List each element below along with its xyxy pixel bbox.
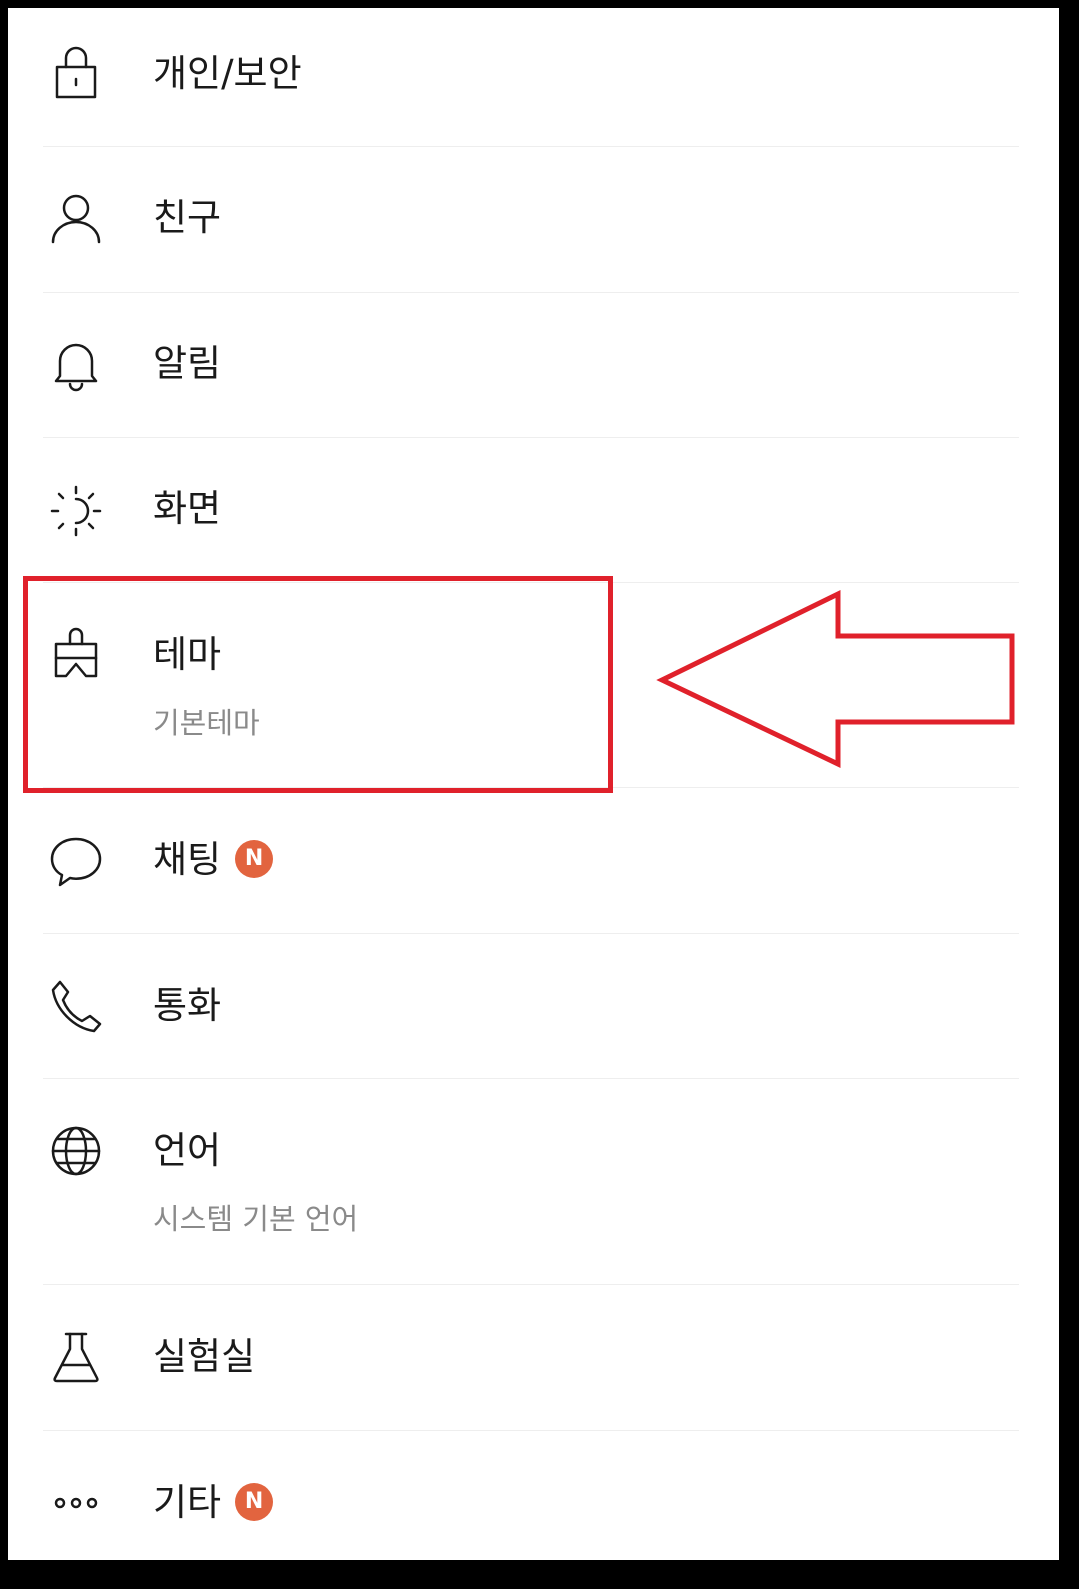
settings-item-chat[interactable]: 채팅 N <box>8 788 1059 934</box>
globe-icon <box>48 1123 104 1179</box>
phone-icon <box>48 978 104 1034</box>
brightness-icon <box>48 483 104 539</box>
settings-item-label: 개인/보안 <box>153 52 302 95</box>
settings-item-label-text: 기타 <box>153 1481 222 1524</box>
settings-item-labs[interactable]: 실험실 <box>8 1285 1059 1431</box>
new-badge: N <box>235 1482 274 1521</box>
settings-item-label: 통화 <box>153 984 222 1027</box>
settings-item-friends[interactable]: 친구 <box>8 147 1059 293</box>
chat-bubble-icon <box>48 833 104 889</box>
settings-screen: 개인/보안 친구 알림 화면 테마 기본테마 채팅 N 통화 언어 시스템 기본… <box>8 8 1059 1560</box>
new-badge: N <box>235 839 274 878</box>
settings-item-label: 채팅 N <box>153 838 274 882</box>
settings-item-label: 실험실 <box>153 1335 256 1378</box>
brush-icon <box>48 626 104 682</box>
settings-item-label: 테마 <box>153 633 222 676</box>
settings-item-privacy-security[interactable]: 개인/보안 <box>8 8 1059 147</box>
settings-item-label: 친구 <box>153 196 222 239</box>
settings-item-label: 기타 N <box>153 1481 274 1525</box>
settings-item-language[interactable]: 언어 시스템 기본 언어 <box>8 1079 1059 1285</box>
settings-item-sublabel: 기본테마 <box>153 706 260 740</box>
settings-item-etc[interactable]: 기타 N <box>8 1431 1059 1560</box>
settings-item-sublabel: 시스템 기본 언어 <box>153 1202 359 1236</box>
bell-icon <box>48 336 104 392</box>
settings-item-theme[interactable]: 테마 기본테마 <box>8 583 1059 788</box>
settings-item-call[interactable]: 통화 <box>8 934 1059 1079</box>
person-icon <box>48 190 104 246</box>
more-dots-icon <box>48 1475 104 1531</box>
settings-item-label: 언어 <box>153 1129 222 1172</box>
lock-icon <box>48 45 104 101</box>
settings-item-notifications[interactable]: 알림 <box>8 293 1059 438</box>
settings-item-label: 화면 <box>153 487 222 530</box>
flask-icon <box>48 1329 104 1385</box>
settings-item-display[interactable]: 화면 <box>8 438 1059 583</box>
settings-item-label: 알림 <box>153 342 222 385</box>
settings-item-label-text: 채팅 <box>153 838 222 881</box>
